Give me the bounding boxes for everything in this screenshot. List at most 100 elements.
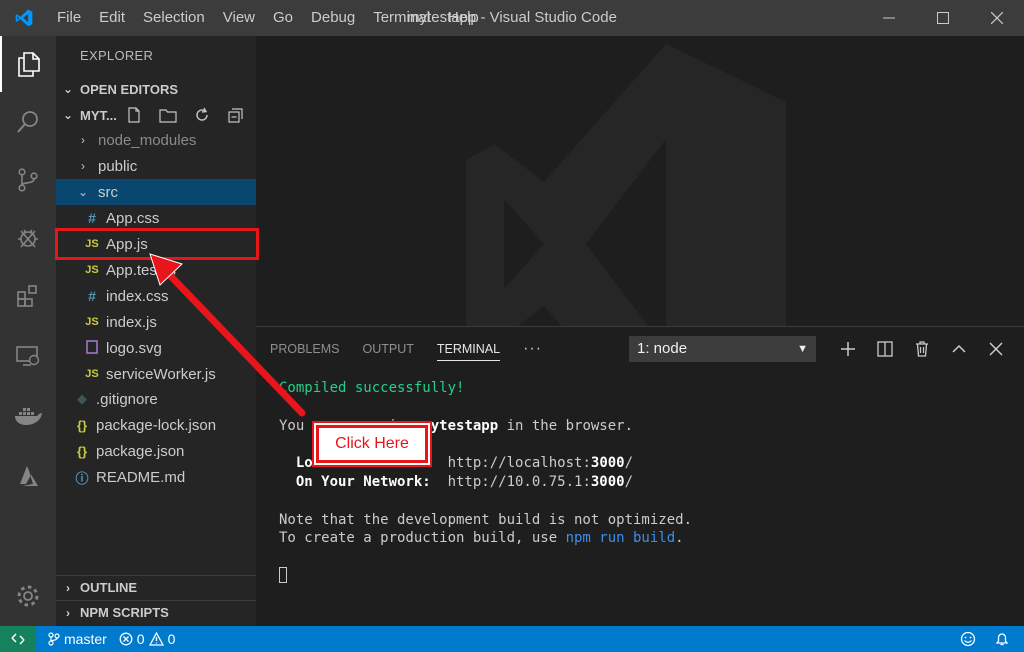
maximize-button[interactable] [916,0,970,36]
git-branch-icon [48,632,60,646]
terminal-note-line: Note that the development build is not o… [279,511,693,528]
menu-go[interactable]: Go [264,0,302,36]
terminal-build-suffix: . [675,530,684,547]
maximize-panel-button[interactable] [940,336,977,362]
remote-indicator-button[interactable] [0,626,36,652]
terminal-build-command: npm run build [565,530,676,547]
terminal-output[interactable]: Compiled successfully! You can now view … [279,379,692,586]
chevron-down-icon: ⌄ [62,82,74,96]
chevron-right-icon: › [81,159,85,173]
close-window-button[interactable] [970,0,1024,36]
project-header[interactable]: ⌄ MYT... [56,103,256,127]
tab-terminal[interactable]: TERMINAL [436,327,501,371]
tree-item-label: node_modules [98,131,197,149]
collapse-all-button[interactable] [222,104,250,126]
chevron-right-icon: › [66,580,70,595]
notification-bell-icon[interactable] [994,631,1010,647]
menu-terminal[interactable]: Terminal [364,0,439,36]
new-file-button[interactable] [120,104,148,126]
explorer-activity-button[interactable] [0,36,56,92]
branch-status[interactable]: master [48,631,107,647]
outline-header[interactable]: › OUTLINE [56,575,256,599]
tree-file-readme-md[interactable]: ⓘ README.md [56,464,256,490]
tree-file-app-css[interactable]: # App.css [56,205,256,231]
tree-file-index-css[interactable]: # index.css [56,283,256,309]
more-actions-button[interactable]: ··· [523,327,542,371]
new-folder-icon [159,109,177,123]
css-file-icon: # [88,288,96,304]
click-here-callout: Click Here [314,423,430,465]
docker-activity-button[interactable] [0,388,56,444]
chevron-down-icon: ⌄ [62,108,74,122]
terminal-compiled-line: Compiled successfully! [279,380,465,396]
search-activity-button[interactable] [0,94,56,150]
open-editors-header[interactable]: ⌄ OPEN EDITORS [56,77,256,101]
npm-scripts-header[interactable]: › NPM SCRIPTS [56,600,256,624]
menu-selection[interactable]: Selection [134,0,214,36]
debug-activity-button[interactable] [0,210,56,266]
source-control-activity-button[interactable] [0,152,56,208]
azure-activity-button[interactable] [0,448,56,504]
tree-file-service-worker-js[interactable]: JS serviceWorker.js [56,361,256,387]
tab-problems[interactable]: PROBLEMS [270,327,339,371]
tab-output[interactable]: OUTPUT [362,327,413,371]
json-file-icon: {} [76,417,88,433]
terminal-local-url: http://localhost: [447,455,591,472]
menu-edit[interactable]: Edit [90,0,134,36]
tree-item-label: index.css [106,287,169,305]
feedback-smiley-icon[interactable] [960,631,976,647]
tree-folder-node-modules[interactable]: › node_modules [56,127,256,153]
tree-item-label: package.json [96,442,185,460]
docker-icon [15,408,42,425]
terminal-select[interactable]: 1: node ▼ [629,336,816,362]
terminal-cursor [279,566,287,583]
terminal-local-port: 3000 [590,455,625,472]
kill-terminal-button[interactable] [903,336,940,362]
tree-file-app-test-js[interactable]: JS App.test.js [56,257,256,283]
terminal-network-url: http://10.0.75.1: [447,473,591,490]
trash-icon [915,341,928,357]
close-panel-button[interactable] [977,336,1014,362]
menu-view[interactable]: View [214,0,264,36]
panel-tabs: PROBLEMS OUTPUT TERMINAL ··· [256,327,542,371]
split-terminal-button[interactable] [866,336,903,362]
project-actions [120,103,250,127]
source-control-icon [18,168,38,192]
terminal-view-suffix: in the browser. [498,417,634,434]
error-count: 0 [136,631,145,647]
callout-text: Click Here [335,435,409,452]
problems-status[interactable]: 0 0 [119,631,175,647]
terminal-build-prefix: To create a production build, use [279,530,566,547]
remote-explorer-activity-button[interactable] [0,328,56,384]
dropdown-arrow-icon: ▼ [797,343,808,355]
menu-file[interactable]: File [48,0,90,36]
collapse-all-icon [228,108,243,123]
tree-item-label: src [98,183,118,201]
tree-file-package-json[interactable]: {} package.json [56,438,256,464]
warning-icon [148,632,164,646]
tree-folder-public[interactable]: › public [56,153,256,179]
settings-activity-button[interactable] [0,568,56,624]
menu-help[interactable]: Help [439,0,488,36]
menu-debug[interactable]: Debug [302,0,364,36]
tree-file-index-js[interactable]: JS index.js [56,309,256,335]
new-folder-button[interactable] [154,104,182,126]
explorer-title: EXPLORER [80,48,154,63]
terminal-panel: PROBLEMS OUTPUT TERMINAL ··· 1: node ▼ C… [256,326,1024,626]
maximize-icon [937,12,949,24]
menu-bar: File Edit Selection View Go Debug Termin… [48,0,488,36]
new-terminal-button[interactable] [829,336,866,362]
tree-file-package-lock-json[interactable]: {} package-lock.json [56,412,256,438]
vscode-logo-icon [0,0,48,36]
refresh-button[interactable] [188,104,216,126]
tree-folder-src[interactable]: ⌄ src [56,179,256,205]
tree-file-gitignore[interactable]: ◆ .gitignore [56,386,256,412]
remote-monitor-icon [16,346,40,366]
error-icon [119,632,133,646]
json-file-icon: {} [76,443,88,459]
tree-file-logo-svg[interactable]: logo.svg [56,335,256,361]
extensions-activity-button[interactable] [0,268,56,324]
terminal-network-label: On Your Network: [295,473,431,490]
tree-file-app-js[interactable]: JS App.js [56,231,256,257]
minimize-button[interactable] [862,0,916,36]
